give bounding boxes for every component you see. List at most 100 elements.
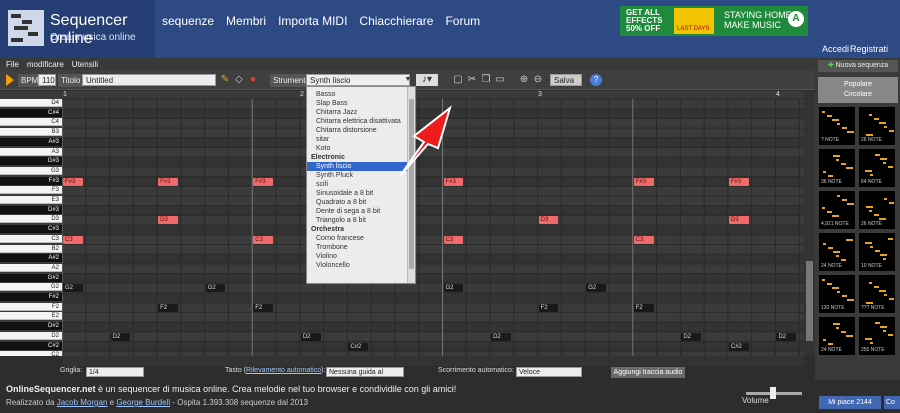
dropdown-option[interactable]: Violino	[307, 252, 415, 261]
note-block[interactable]: F#3	[158, 177, 178, 186]
chevron-down-icon[interactable]: ▼	[402, 74, 414, 86]
instrument-select[interactable]: Synth liscio	[306, 74, 410, 86]
note-block[interactable]: F2	[158, 303, 178, 312]
note-block[interactable]: C3	[253, 235, 274, 244]
sequence-thumbnail[interactable]: 24 NOTE	[819, 317, 855, 355]
copy-icon[interactable]: ❐	[480, 74, 492, 86]
vertical-scrollbar[interactable]	[804, 91, 815, 356]
register-link[interactable]: Registrati	[850, 44, 888, 54]
piano-key-b2[interactable]: B2	[0, 244, 62, 253]
sequence-thumbnail[interactable]: 120 NOTE	[819, 275, 855, 313]
note-block[interactable]: F#3	[633, 177, 654, 186]
sequence-thumbnail[interactable]: 26 NOTE	[859, 107, 895, 145]
note-block[interactable]: C3	[443, 235, 464, 244]
note-block[interactable]: G2	[63, 284, 83, 293]
key-select[interactable]: Nessuna guida al	[326, 367, 404, 377]
sequence-thumbnail[interactable]: 24 NOTE	[819, 233, 855, 271]
play-icon[interactable]	[6, 74, 14, 86]
nav-importa-midi[interactable]: Importa MIDI	[278, 14, 347, 28]
piano-key-c4[interactable]: C4	[0, 118, 62, 127]
piano-key-as2[interactable]: A#2	[0, 254, 62, 263]
note-block[interactable]: G2	[586, 284, 606, 293]
author-link-george[interactable]: George Burdell	[116, 398, 170, 407]
piano-key-cs3[interactable]: C#3	[0, 225, 62, 234]
note-block[interactable]: C#2	[728, 342, 749, 351]
piano-key-as3[interactable]: A#3	[0, 137, 62, 146]
piano-key-a3[interactable]: A3	[0, 147, 62, 156]
note-block[interactable]: D3	[728, 216, 749, 225]
piano-key-c3[interactable]: C3	[0, 234, 62, 243]
sequence-thumbnail[interactable]: 255 NOTE	[859, 317, 895, 355]
note-block[interactable]: D3	[538, 216, 559, 225]
note-block[interactable]: F2	[633, 303, 654, 312]
eraser-icon[interactable]: ◇	[233, 74, 245, 86]
dropdown-option[interactable]: Corno francese	[307, 234, 415, 243]
nav-forum[interactable]: Forum	[445, 14, 480, 28]
piano-key-e3[interactable]: E3	[0, 196, 62, 204]
autoscroll-select[interactable]: Veloce	[516, 367, 582, 377]
note-block[interactable]: G2	[443, 284, 464, 293]
nav-sequenze[interactable]: sequenze	[162, 14, 214, 28]
note-block[interactable]: C3	[63, 235, 83, 244]
dropdown-option[interactable]: Violoncello	[307, 261, 415, 270]
note-block[interactable]: D3	[158, 216, 178, 225]
title-input[interactable]: Untitled	[82, 74, 216, 86]
note-block[interactable]: D2	[110, 332, 131, 341]
pencil-icon[interactable]: ✎	[219, 74, 231, 86]
advertisement-banner[interactable]: GET ALL EFFECTS 50% OFF LAST DAYS STAYIN…	[620, 6, 808, 36]
piano-key-ds2[interactable]: D#2	[0, 322, 62, 331]
piano-key-f3[interactable]: F3	[0, 186, 62, 195]
zoom-in-icon[interactable]: ⊕	[518, 74, 530, 86]
paste-icon[interactable]: ▭	[494, 74, 506, 86]
note-block[interactable]: D2	[681, 332, 702, 341]
vertical-scroll-thumb[interactable]	[806, 261, 813, 341]
note-block[interactable]: D2	[776, 332, 797, 341]
volume-slider-handle[interactable]	[770, 387, 776, 399]
key-autodetect-link[interactable]: Rilevamento automatico	[246, 367, 321, 374]
piano-key-b3[interactable]: B3	[0, 128, 62, 137]
note-block[interactable]: F2	[253, 303, 274, 312]
login-link[interactable]: Accedi	[822, 44, 849, 54]
sequence-thumbnail[interactable]: 10 NOTE	[859, 233, 895, 271]
cut-icon[interactable]: ✂	[466, 74, 478, 86]
piano-key-gs2[interactable]: G#2	[0, 273, 62, 282]
note-block[interactable]: C#2	[348, 342, 369, 351]
sequence-thumbnail[interactable]: 4,921 NOTE	[819, 191, 855, 229]
dropdown-option[interactable]: Triangolo a 8 bit	[307, 216, 415, 225]
menu-file[interactable]: File	[6, 60, 19, 69]
horizontal-scrollbar[interactable]	[62, 356, 804, 366]
piano-key-cs2[interactable]: C#2	[0, 341, 62, 350]
dropdown-option[interactable]: Dente di sega a 8 bit	[307, 207, 415, 216]
new-file-icon[interactable]: ▢	[452, 74, 464, 86]
note-block[interactable]: D2	[300, 332, 321, 341]
piano-key-d4[interactable]: D4	[0, 99, 62, 107]
piano-key-cs4[interactable]: C#4	[0, 108, 62, 117]
facebook-share-button[interactable]: Co	[884, 396, 900, 409]
popular-tab[interactable]: Popolare Circolare	[818, 77, 898, 103]
sequence-thumbnail[interactable]: ??? NOTE	[859, 275, 895, 313]
grid-select[interactable]: 1/4	[86, 367, 144, 377]
menu-utensili[interactable]: Utensili	[72, 60, 98, 69]
sequence-thumbnail[interactable]: ? NOTE	[819, 107, 855, 145]
piano-key-d2[interactable]: D2	[0, 331, 62, 340]
piano-key-f2[interactable]: F2	[0, 302, 62, 311]
sequence-thumbnail[interactable]: 36 NOTE	[819, 149, 855, 187]
record-icon[interactable]: ●	[247, 74, 259, 86]
piano-key-d3[interactable]: D3	[0, 215, 62, 224]
add-audio-track-button[interactable]: Aggiungi traccia audio	[611, 367, 685, 378]
logo-area[interactable]: Sequencer online Crea musica online	[0, 0, 155, 58]
dropdown-option[interactable]: Sinusoidale a 8 bit	[307, 189, 415, 198]
piano-key-g3[interactable]: G3	[0, 166, 62, 175]
new-sequence-button[interactable]: ✚ Nuova sequenza	[818, 60, 898, 72]
help-icon[interactable]: ?	[590, 74, 602, 86]
facebook-like-button[interactable]: Mi piace 2144	[819, 396, 881, 409]
piano-key-c2[interactable]: C2	[0, 351, 62, 356]
dropdown-option[interactable]: Basso	[307, 90, 415, 99]
nav-membri[interactable]: Membri	[226, 14, 266, 28]
piano-key-fs2[interactable]: F#2	[0, 293, 62, 301]
note-block[interactable]: F#3	[253, 177, 274, 186]
menu-modificare[interactable]: modificare	[27, 60, 64, 69]
nav-chiacchierare[interactable]: Chiacchierare	[359, 14, 433, 28]
bpm-input[interactable]: 110	[38, 74, 56, 86]
piano-key-g2[interactable]: G2	[0, 283, 62, 292]
